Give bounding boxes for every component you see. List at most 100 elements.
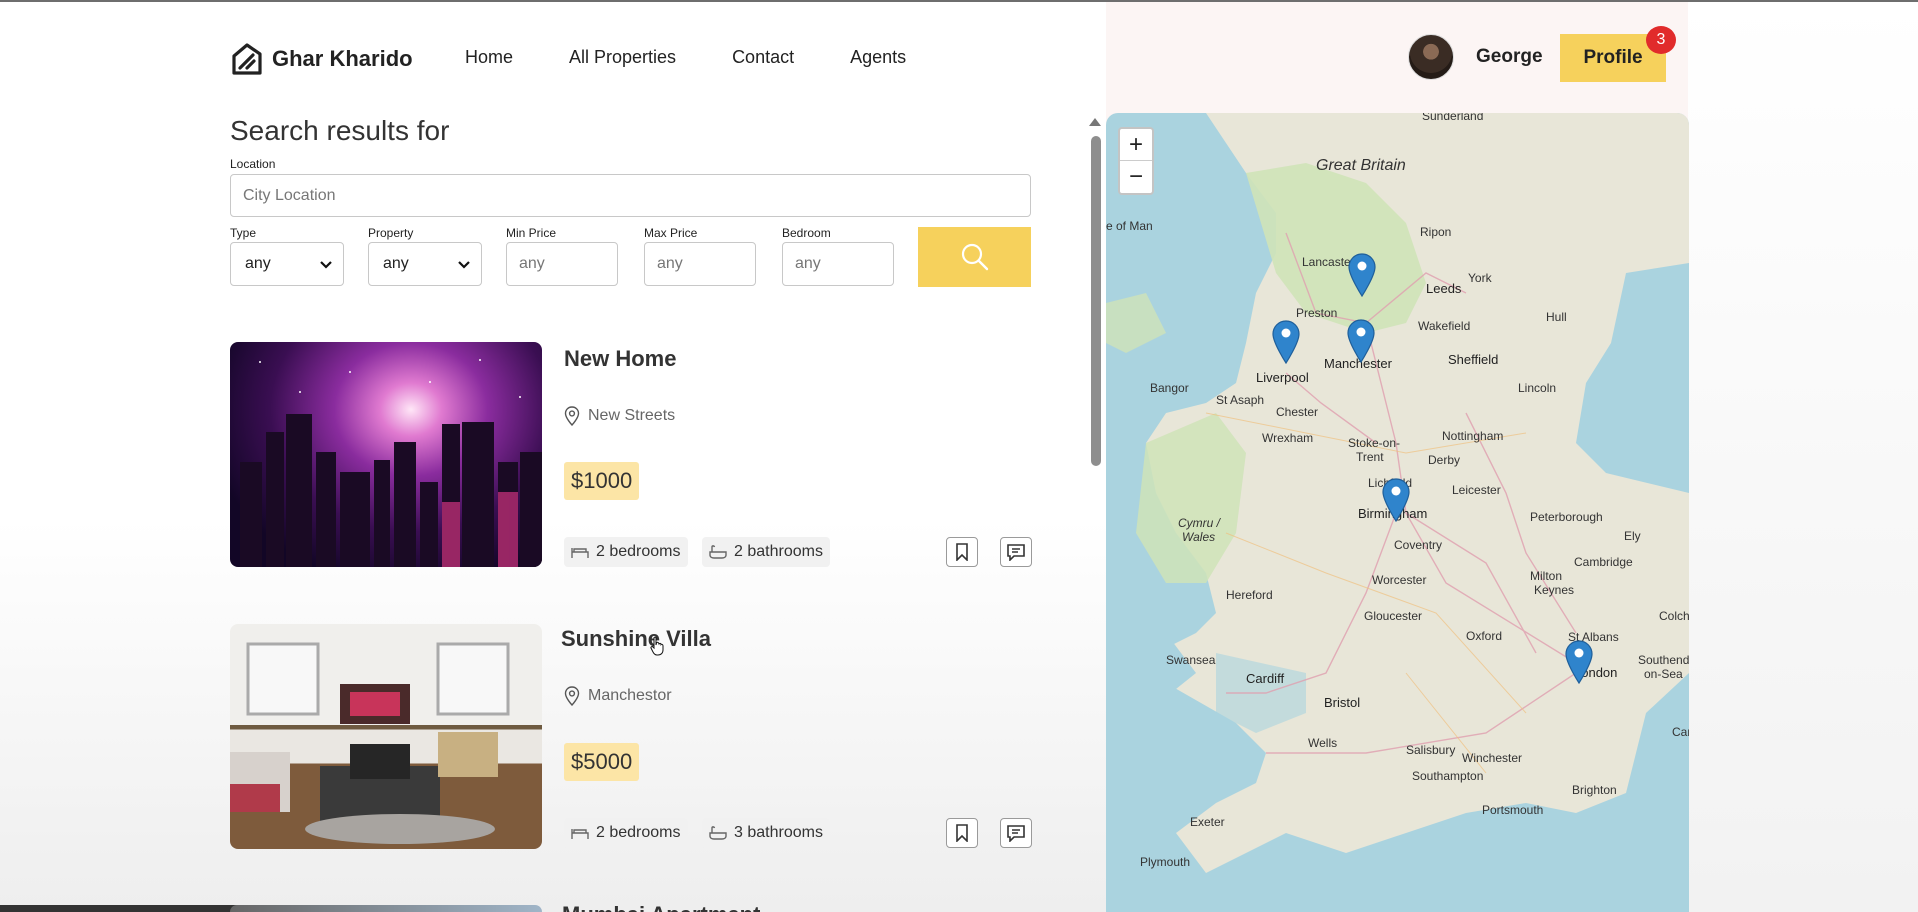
map-label-wakefield: Wakefield <box>1418 319 1471 333</box>
map-marker-icon[interactable] <box>1347 319 1375 363</box>
property-select[interactable]: any <box>368 242 482 286</box>
map-label-brighton: Brighton <box>1572 783 1617 797</box>
chat-button[interactable] <box>1000 818 1032 848</box>
listing-image[interactable] <box>230 624 542 849</box>
bedrooms-text: 2 bedrooms <box>596 824 681 841</box>
bathrooms-badge: 3 bathrooms <box>702 818 830 848</box>
bath-icon <box>709 545 727 559</box>
bed-icon <box>571 829 589 839</box>
avatar[interactable] <box>1408 34 1454 80</box>
chat-button[interactable] <box>1000 537 1032 567</box>
map-label-ely: Ely <box>1624 529 1641 543</box>
listing-location-text: Manchestor <box>588 687 672 704</box>
main-nav: Home All Properties Contact Agents <box>465 47 906 68</box>
map-label-isle-of-man: e of Man <box>1106 219 1153 233</box>
page-fade <box>0 520 1106 912</box>
map-label-lancaster: Lancaster <box>1302 255 1355 269</box>
map-label-great-britain: Great Britain <box>1316 157 1406 174</box>
room-image <box>230 642 510 844</box>
nav-agents[interactable]: Agents <box>850 47 906 68</box>
search-icon <box>961 243 988 271</box>
map-label-wales: Wales <box>1182 530 1216 544</box>
right-margin <box>1688 2 1918 912</box>
listing-price: $5000 <box>564 743 640 781</box>
bedroom-label: Bedroom <box>782 226 831 240</box>
map-pin-icon <box>564 406 580 426</box>
map-label-wrexham: Wrexham <box>1262 431 1314 445</box>
min-price-input[interactable] <box>506 242 618 286</box>
bedroom-input[interactable] <box>782 242 894 286</box>
map-marker-icon[interactable] <box>1565 640 1593 684</box>
city-skyline-image <box>240 359 542 567</box>
map-label-nottingham: Nottingham <box>1442 429 1504 443</box>
location-label: Location <box>230 157 276 171</box>
map-label-st-asaph: St Asaph <box>1216 393 1265 407</box>
map-label-sunderland: Sunderland <box>1422 113 1484 123</box>
map-label-cymru: Cymru / <box>1178 516 1220 530</box>
logo[interactable]: Ghar Kharido <box>230 42 413 76</box>
map-label-milton: Milton <box>1530 569 1563 583</box>
nav-contact[interactable]: Contact <box>732 47 794 68</box>
save-button[interactable] <box>946 537 978 567</box>
map-label-colche: Colche <box>1659 609 1689 623</box>
map-pin-icon <box>564 686 580 706</box>
username: George <box>1476 46 1543 67</box>
map-label-gloucester: Gloucester <box>1364 609 1423 623</box>
map-label-worcester: Worcester <box>1372 573 1427 587</box>
logo-icon <box>232 43 262 75</box>
map-label-portsmouth: Portsmouth <box>1482 803 1544 817</box>
bedrooms-text: 2 bedrooms <box>596 543 681 560</box>
bath-icon <box>709 826 727 840</box>
save-button[interactable] <box>946 818 978 848</box>
map-label-derby: Derby <box>1428 453 1461 467</box>
nav-all-properties[interactable]: All Properties <box>569 47 676 68</box>
hand-cursor-icon <box>650 636 664 656</box>
logo-text: Ghar Kharido <box>272 46 413 71</box>
zoom-in-button[interactable]: + <box>1120 129 1152 161</box>
notification-badge: 3 <box>1646 26 1676 54</box>
listing-image[interactable] <box>230 342 542 567</box>
map-label-ripon: Ripon <box>1420 225 1452 239</box>
listing-location: New Streets <box>564 406 675 426</box>
zoom-out-button[interactable]: − <box>1120 161 1152 193</box>
map-label-liverpool: Liverpool <box>1256 370 1309 385</box>
nav-home[interactable]: Home <box>465 47 513 68</box>
location-input[interactable] <box>230 174 1031 217</box>
page-title: Search results for <box>230 115 450 146</box>
type-select[interactable]: any <box>230 242 344 286</box>
map-label-leeds: Leeds <box>1426 281 1462 296</box>
map-label-winchester: Winchester <box>1462 751 1523 765</box>
map-view[interactable]: Great Britain e of Man Sunderland Lancas… <box>1106 113 1689 912</box>
map-label-wells: Wells <box>1308 736 1338 750</box>
map-label-chester: Chester <box>1276 405 1319 419</box>
map-label-york: York <box>1468 271 1492 285</box>
type-select-value: any <box>245 255 271 272</box>
listing-location: Manchestor <box>564 686 672 706</box>
listing-title[interactable]: Mumbai Apartment <box>562 902 760 912</box>
map-label-cardiff: Cardiff <box>1246 671 1285 686</box>
chevron-down-icon <box>458 261 470 269</box>
user-menu[interactable]: George <box>1408 34 1543 80</box>
listing-image[interactable] <box>230 905 542 912</box>
chevron-down-icon <box>320 261 332 269</box>
map-label-oxford: Oxford <box>1466 629 1503 643</box>
listing-title[interactable]: Sunshine Villa <box>561 626 711 652</box>
search-button[interactable] <box>918 227 1031 287</box>
scrollbar-thumb[interactable] <box>1091 136 1101 466</box>
chat-icon <box>1007 825 1025 842</box>
map-label-southend: Southend <box>1638 653 1689 667</box>
map-label-lincoln: Lincoln <box>1518 381 1557 395</box>
listing-title[interactable]: New Home <box>564 346 676 372</box>
bathrooms-text: 2 bathrooms <box>734 543 823 560</box>
map-marker-icon[interactable] <box>1382 478 1410 522</box>
bathrooms-badge: 2 bathrooms <box>702 537 830 567</box>
type-label: Type <box>230 226 257 240</box>
map-marker-icon[interactable] <box>1272 320 1300 364</box>
listing-location-text: New Streets <box>588 407 676 424</box>
scroll-up-arrow[interactable] <box>1089 118 1101 126</box>
max-price-input[interactable] <box>644 242 756 286</box>
map-label-car: Car <box>1672 725 1689 739</box>
map-label-preston: Preston <box>1296 306 1338 320</box>
map-marker-icon[interactable] <box>1348 253 1376 297</box>
map-label-plymouth: Plymouth <box>1140 855 1191 869</box>
